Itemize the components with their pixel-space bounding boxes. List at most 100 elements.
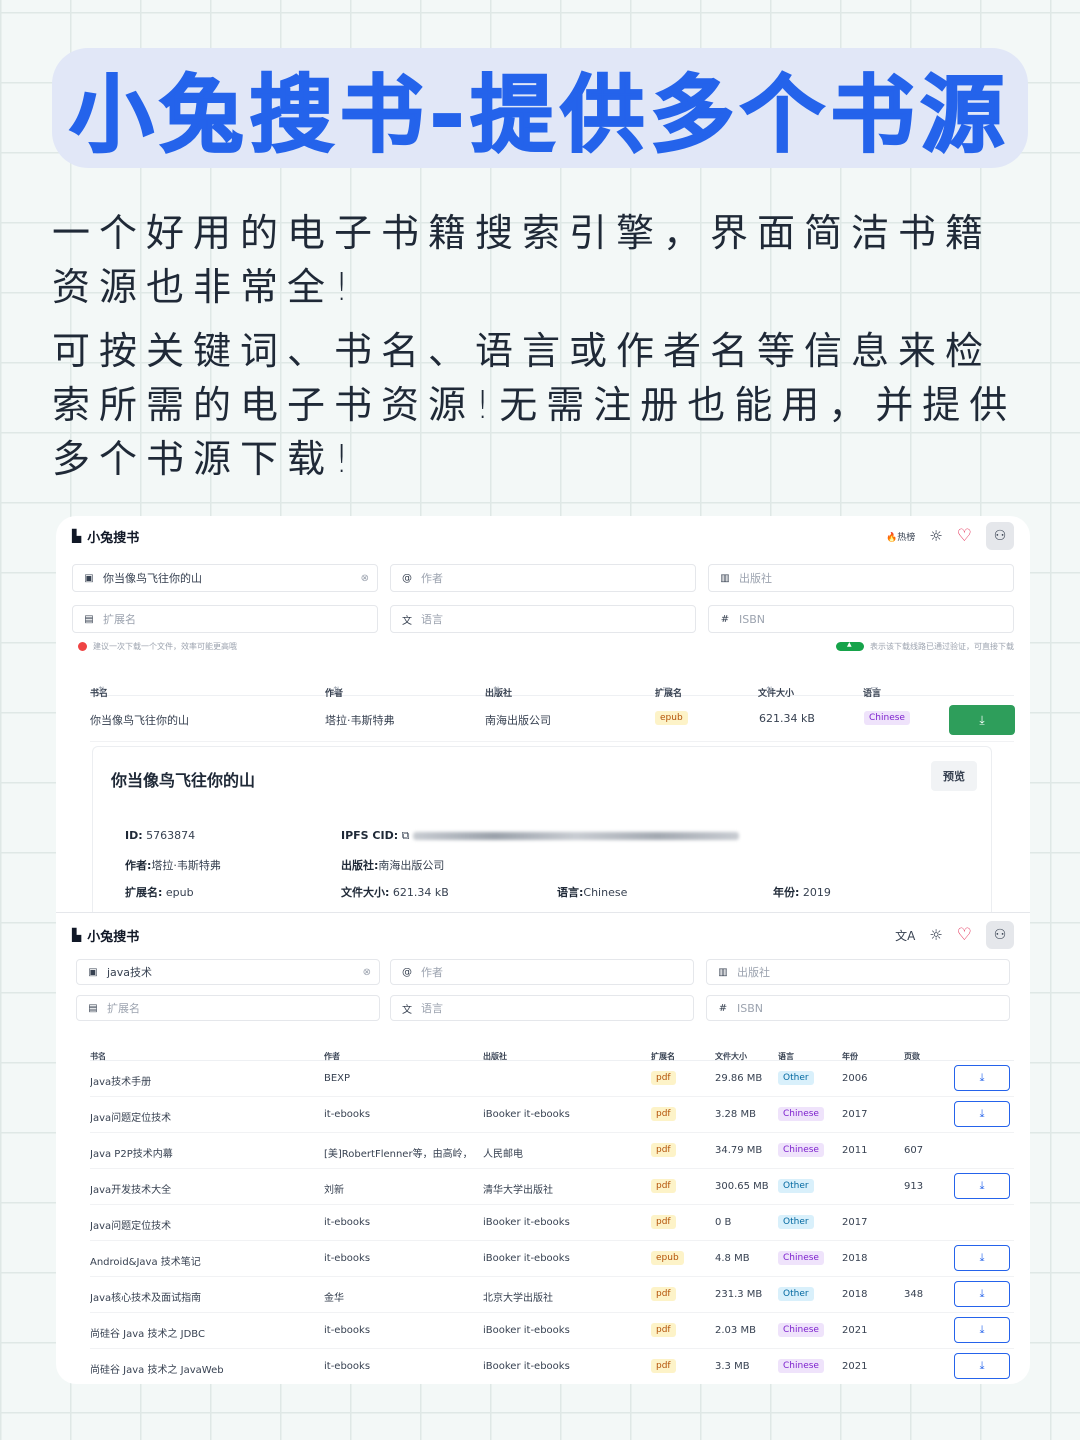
ext-badge: epub xyxy=(655,711,688,725)
hot-list-link[interactable]: 🔥热榜 xyxy=(886,530,915,543)
clear-icon[interactable]: ⊗ xyxy=(363,967,371,978)
row-author: BEXP xyxy=(324,1073,351,1084)
row-size: 3.3 MB xyxy=(715,1361,750,1372)
note-left-text: 建议一次下载一个文件，效率可能更高哦 xyxy=(93,642,237,651)
sort-icon: ⇅ xyxy=(850,1051,857,1060)
translate-icon[interactable]: 文A xyxy=(895,927,915,944)
note-right: 表示该下载线路已通过验证，可直接下载 xyxy=(836,641,1014,652)
row-title: Android&Java 技术笔记 xyxy=(90,1257,201,1268)
file-icon: ▤ xyxy=(84,613,94,625)
table-row[interactable]: Java P2P技术内幕 [美]RobertFlenner等，由高岭， 人民邮电 34… xyxy=(90,1133,1014,1169)
row-year: 2017 xyxy=(842,1109,868,1120)
row-author: it-ebooks xyxy=(324,1253,371,1264)
row-year: 2021 xyxy=(842,1325,868,1336)
isbn-placeholder: ISBN xyxy=(739,612,766,626)
isbn-input[interactable]: # ISBN xyxy=(706,995,1010,1021)
row-title: Java技术手册 xyxy=(90,1077,152,1088)
at-icon: @ xyxy=(402,572,412,584)
table-row[interactable]: 尚硅谷 Java 技术之 JavaWeb it-ebooks iBooker it-… xyxy=(90,1349,1014,1384)
preview-button[interactable]: 预览 xyxy=(931,761,977,791)
title-search-input[interactable]: ▣ java技术 ⊗ xyxy=(76,959,380,985)
title-search-value: 你当像鸟飞往你的山 xyxy=(103,572,202,585)
ext-badge: pdf xyxy=(651,1287,676,1301)
download-button[interactable]: ⤓ xyxy=(954,1101,1010,1127)
download-button[interactable]: ⤓ xyxy=(954,1317,1010,1343)
ext-label: 扩展名: xyxy=(125,886,163,899)
app-screenshot-results: ▙ 小兔搜书 文A ☼ ♡ ⚇ ▣ java技术 ⊗ @ 作者 ▥ 出版社 ▤ … xyxy=(56,912,1030,1384)
table-row[interactable]: Android&Java 技术笔记 it-ebooks iBooker it-ebo… xyxy=(90,1241,1014,1277)
download-button[interactable]: ⤓ xyxy=(954,1173,1010,1199)
user-icon[interactable]: ⚇ xyxy=(986,522,1014,550)
brand[interactable]: ▙ 小兔搜书 xyxy=(72,527,139,546)
row-publisher: 清华大学出版社 xyxy=(483,1185,553,1196)
table-row[interactable]: 尚硅谷 Java 技术之 JDBC it-ebooks iBooker it-ebo… xyxy=(90,1313,1014,1349)
year-value: 2019 xyxy=(802,886,831,899)
heart-icon[interactable]: ♡ xyxy=(957,925,972,945)
table-row[interactable]: Java核心技术及面试指南 金华 北京大学出版社 231.3 MB 2018 348 pdf… xyxy=(90,1277,1014,1313)
lang-badge: Chinese xyxy=(778,1107,824,1121)
brand[interactable]: ▙ 小兔搜书 xyxy=(72,926,139,945)
row-publisher: iBooker it-ebooks xyxy=(483,1253,570,1264)
sun-icon[interactable]: ☼ xyxy=(929,926,942,944)
author-input[interactable]: @ 作者 xyxy=(390,564,696,592)
notes-bar: 建议一次下载一个文件，效率可能更高哦 表示该下载线路已通过验证，可直接下载 xyxy=(78,641,1014,652)
table-row[interactable]: Java技术手册 BEXP 29.86 MB 2006 pdf Other ⤓ xyxy=(90,1061,1014,1097)
download-button[interactable]: ⤓ xyxy=(954,1065,1010,1091)
download-button[interactable]: ⤓ xyxy=(954,1245,1010,1271)
file-icon: ▤ xyxy=(88,1002,98,1014)
copy-icon[interactable]: ⧉ xyxy=(402,829,410,842)
intro-paragraph-2: 可按关键词、书名、语言或作者名等信息来检索所需的电子书资源!无需注册也能用，并提… xyxy=(52,329,1017,481)
brand-name: 小兔搜书 xyxy=(87,929,140,945)
sort-icon: ⇅ xyxy=(333,686,341,696)
row-title: 尚硅谷 Java 技术之 JavaWeb xyxy=(90,1365,224,1376)
author-placeholder: 作者 xyxy=(421,572,443,585)
language-input[interactable]: 文 语言 xyxy=(390,605,696,633)
book-icon: ▣ xyxy=(88,966,98,978)
language-input[interactable]: 文 语言 xyxy=(390,995,694,1021)
author-input[interactable]: @ 作者 xyxy=(390,959,694,985)
lang-badge: Chinese xyxy=(864,711,910,725)
row-year: 2018 xyxy=(842,1253,868,1264)
user-icon[interactable]: ⚇ xyxy=(986,921,1014,949)
verified-line-icon xyxy=(836,641,864,651)
table-row[interactable]: Java问题定位技术 it-ebooks iBooker it-ebooks 3.28… xyxy=(90,1097,1014,1133)
table-row[interactable]: Java开发技术大全 刘新 清华大学出版社 300.65 MB 913 pdf Other ⤓ xyxy=(90,1169,1014,1205)
download-button[interactable]: ⤓ xyxy=(949,705,1015,735)
row-size: 2.03 MB xyxy=(715,1325,756,1336)
sun-icon[interactable]: ☼ xyxy=(929,527,942,545)
extension-input[interactable]: ▤ 扩展名 xyxy=(76,995,380,1021)
table-row[interactable]: 你当像鸟飞往你的山 塔拉·韦斯特弗 南海出版公司 epub 621.34 kB … xyxy=(90,696,1015,742)
publisher-input[interactable]: ▥ 出版社 xyxy=(708,564,1014,592)
sort-icon: ⇅ xyxy=(912,1051,919,1060)
table-row[interactable]: Java问题定位技术 it-ebooks iBooker it-ebooks 0 B 2… xyxy=(90,1205,1014,1241)
note-right-text: 表示该下载线路已通过验证，可直接下载 xyxy=(870,642,1014,651)
row-author: it-ebooks xyxy=(324,1109,371,1120)
isbn-input[interactable]: # ISBN xyxy=(708,605,1014,633)
sort-icon: ⇅ xyxy=(766,686,774,696)
download-button[interactable]: ⤓ xyxy=(954,1281,1010,1307)
extension-input[interactable]: ▤ 扩展名 xyxy=(72,605,378,633)
hash-icon: # xyxy=(720,613,730,625)
language-placeholder: 语言 xyxy=(421,1002,443,1015)
sort-icon: ⇅ xyxy=(491,1051,498,1060)
row-year: 2018 xyxy=(842,1289,868,1300)
row-author: 金华 xyxy=(324,1293,344,1304)
extension-placeholder: 扩展名 xyxy=(107,1002,140,1015)
lang-label: 语言: xyxy=(557,886,584,899)
title-search-input[interactable]: ▣ 你当像鸟飞往你的山 ⊗ xyxy=(72,564,378,592)
publisher-input[interactable]: ▥ 出版社 xyxy=(706,959,1010,985)
lang-badge: Chinese xyxy=(778,1359,824,1373)
row-title: Java开发技术大全 xyxy=(90,1185,172,1196)
clear-icon[interactable]: ⊗ xyxy=(361,573,369,584)
row-title: 尚硅谷 Java 技术之 JDBC xyxy=(90,1329,205,1340)
lang-badge: Other xyxy=(778,1287,814,1301)
row-pages: 913 xyxy=(904,1181,924,1192)
detail-ext: 扩展名: epub xyxy=(125,884,194,900)
heart-icon[interactable]: ♡ xyxy=(957,526,972,546)
ext-badge: pdf xyxy=(651,1215,676,1229)
row-author: 塔拉·韦斯特弗 xyxy=(325,714,395,727)
ext-value: epub xyxy=(165,886,194,899)
bar-chart-icon: ▙ xyxy=(72,529,82,543)
row-title: 你当像鸟飞往你的山 xyxy=(90,714,189,727)
download-button[interactable]: ⤓ xyxy=(954,1353,1010,1379)
